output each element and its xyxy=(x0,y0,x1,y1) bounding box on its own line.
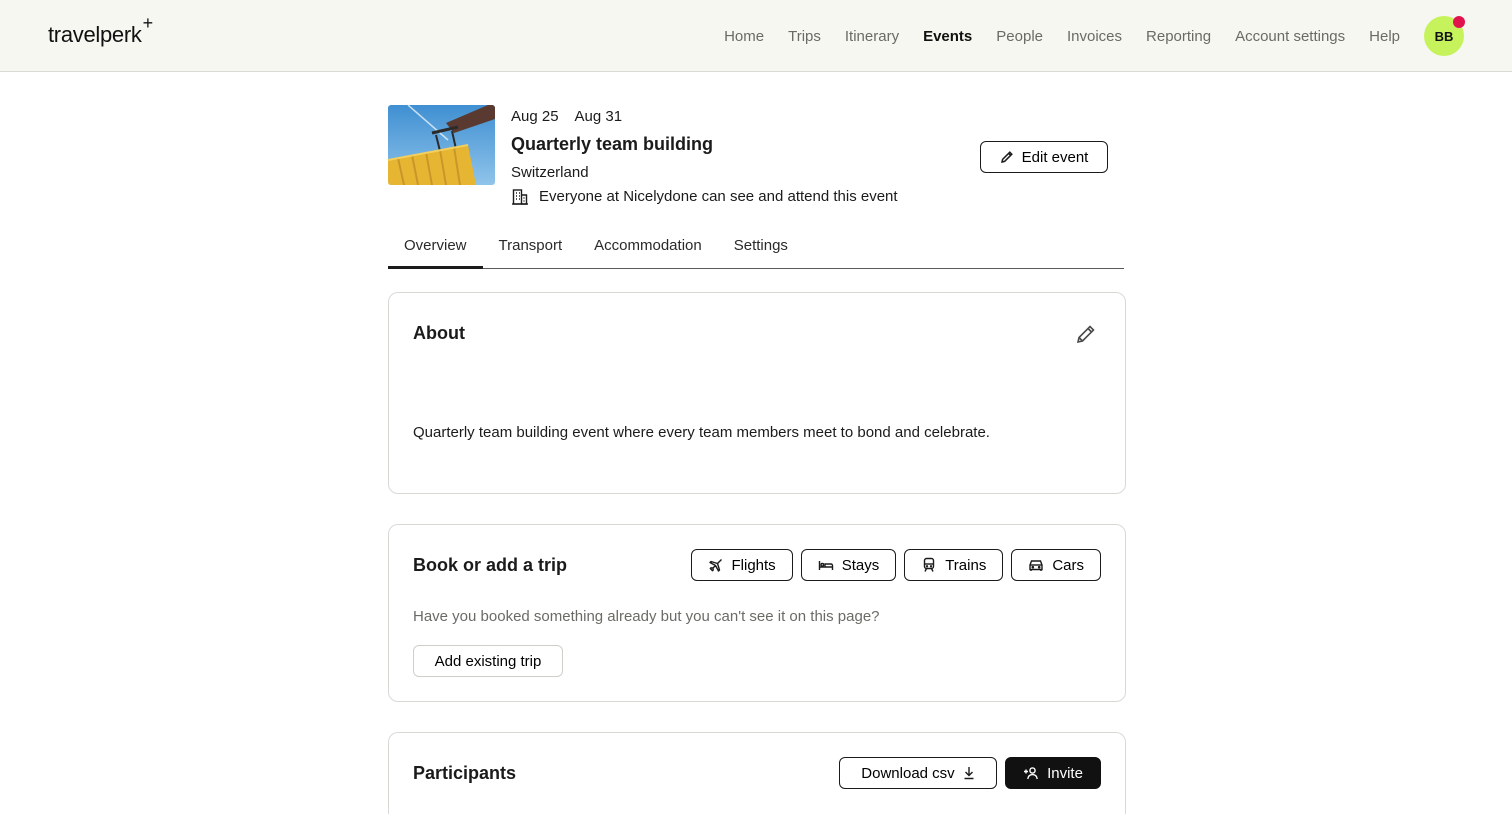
download-csv-button[interactable]: Download csv xyxy=(839,757,997,789)
main-nav: Home Trips Itinerary Events People Invoi… xyxy=(700,16,1465,56)
book-trip-title: Book or add a trip xyxy=(413,555,568,575)
trip-type-buttons: Flights Stays Trains Cars xyxy=(690,549,1101,581)
nav-item-itinerary[interactable]: Itinerary xyxy=(845,28,899,45)
event-start-date: Aug 25 xyxy=(511,108,559,125)
book-trip-card: Book or add a trip Flights Stays Trains xyxy=(388,524,1126,702)
event-header: Aug 25 Aug 31 Quarterly team building Sw… xyxy=(388,105,1124,215)
top-navigation-bar: travelperk + Home Trips Itinerary Events … xyxy=(0,0,1512,72)
edit-about-pencil-icon[interactable] xyxy=(1075,323,1097,345)
event-end-date: Aug 31 xyxy=(574,108,623,125)
event-cover-image xyxy=(388,105,495,185)
event-dates: Aug 25 Aug 31 xyxy=(511,105,898,129)
nav-item-events[interactable]: Events xyxy=(923,28,972,45)
nav-item-account-settings[interactable]: Account settings xyxy=(1235,28,1345,45)
event-visibility: Everyone at Nicelydone can see and atten… xyxy=(511,185,898,209)
tab-transport[interactable]: Transport xyxy=(483,231,579,268)
nav-item-invoices[interactable]: Invoices xyxy=(1067,28,1122,45)
trains-button[interactable]: Trains xyxy=(904,549,1004,581)
avatar-initials: BB xyxy=(1434,28,1454,44)
trains-label: Trains xyxy=(945,556,987,574)
pencil-icon xyxy=(1000,150,1014,164)
participants-card: Participants Download csv Invite xyxy=(388,732,1126,814)
logo-text: travelperk xyxy=(48,22,142,47)
user-avatar[interactable]: BB xyxy=(1424,16,1465,56)
event-location: Switzerland xyxy=(511,164,589,181)
nav-item-people[interactable]: People xyxy=(996,28,1043,45)
event-title: Quarterly team building xyxy=(511,134,714,154)
car-icon xyxy=(1028,557,1044,573)
tab-overview[interactable]: Overview xyxy=(388,231,483,269)
invite-label: Invite xyxy=(1047,764,1083,782)
tab-accommodation[interactable]: Accommodation xyxy=(578,231,718,268)
company-building-icon xyxy=(511,188,529,206)
flights-label: Flights xyxy=(731,556,776,574)
about-description: Quarterly team building event where ever… xyxy=(413,424,990,441)
bed-icon xyxy=(818,557,834,573)
edit-event-button[interactable]: Edit event xyxy=(980,141,1108,173)
add-existing-trip-button[interactable]: Add existing trip xyxy=(413,645,563,677)
participants-title: Participants xyxy=(413,763,517,783)
nav-item-help[interactable]: Help xyxy=(1369,28,1400,45)
event-tabs: Overview Transport Accommodation Setting… xyxy=(388,231,1124,269)
edit-event-label: Edit event xyxy=(1021,148,1089,166)
event-info: Aug 25 Aug 31 Quarterly team building Sw… xyxy=(511,105,898,209)
download-arrow-icon xyxy=(963,766,975,780)
tab-settings[interactable]: Settings xyxy=(718,231,804,268)
participants-actions: Download csv Invite xyxy=(839,757,1101,789)
plane-icon xyxy=(708,557,724,573)
cars-button[interactable]: Cars xyxy=(1011,549,1101,581)
logo-plus-mark: + xyxy=(142,13,154,33)
download-csv-label: Download csv xyxy=(861,764,955,782)
nav-item-home[interactable]: Home xyxy=(724,28,764,45)
nav-item-trips[interactable]: Trips xyxy=(788,28,821,45)
suitcase-photo-illustration xyxy=(388,105,495,185)
notification-dot xyxy=(1453,16,1465,28)
booked-hint-text: Have you booked something already but yo… xyxy=(413,608,880,625)
invite-button[interactable]: Invite xyxy=(1005,757,1101,789)
about-title: About xyxy=(413,323,465,343)
flights-button[interactable]: Flights xyxy=(690,549,793,581)
stays-label: Stays xyxy=(841,556,880,574)
event-visibility-text: Everyone at Nicelydone can see and atten… xyxy=(539,188,898,205)
add-person-icon xyxy=(1023,766,1039,780)
about-card: About Quarterly team building event wher… xyxy=(388,292,1126,494)
cars-label: Cars xyxy=(1052,556,1084,574)
stays-button[interactable]: Stays xyxy=(800,549,897,581)
nav-item-reporting[interactable]: Reporting xyxy=(1146,28,1211,45)
train-icon xyxy=(921,557,937,573)
travelperk-logo[interactable]: travelperk + xyxy=(48,13,153,48)
